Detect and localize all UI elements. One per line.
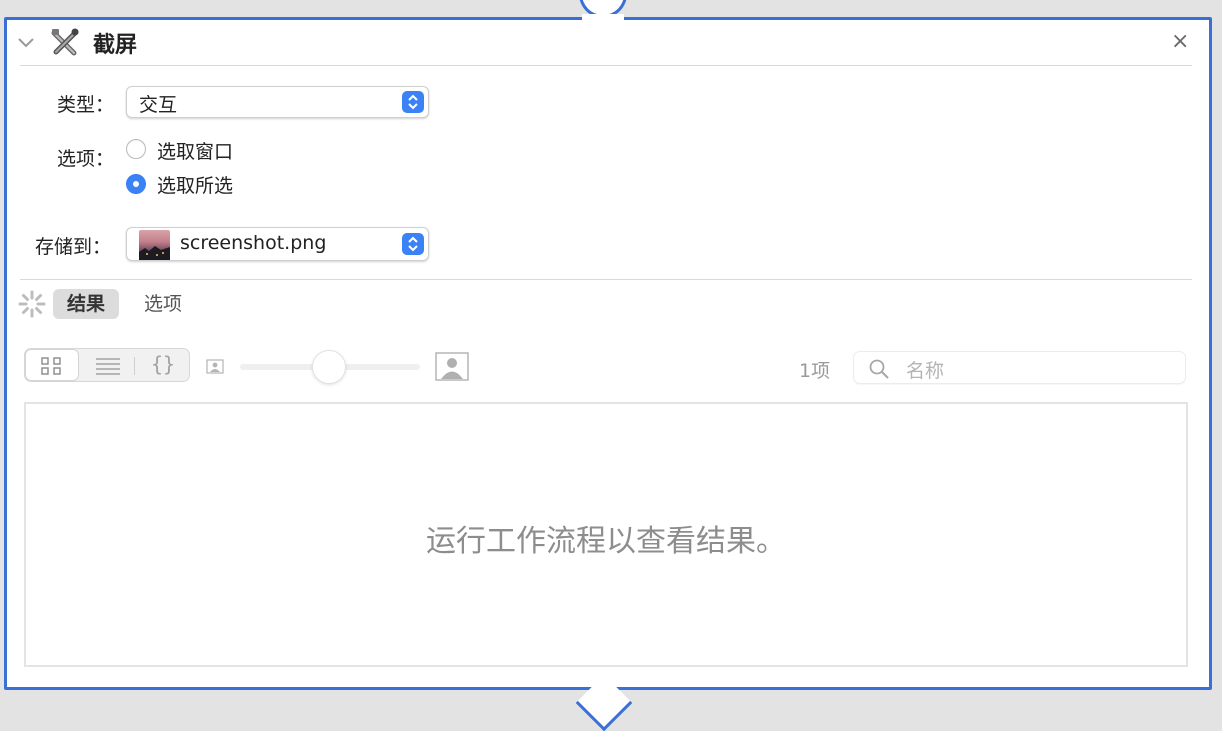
save-to-label: 存储到：: [35, 236, 112, 258]
search-placeholder: 名称: [906, 360, 945, 382]
progress-spinner-icon: [17, 289, 47, 323]
up-down-chevron-icon: [402, 91, 424, 113]
section-divider: [20, 279, 1192, 280]
type-label: 类型：: [57, 94, 115, 116]
collapse-chevron-icon[interactable]: [17, 34, 35, 53]
search-field[interactable]: 名称: [853, 351, 1186, 384]
search-icon: [868, 358, 890, 384]
save-to-value: screenshot.png: [180, 232, 327, 254]
thumbnail-size-slider-knob[interactable]: [312, 350, 346, 384]
small-thumbnail-icon: [206, 359, 224, 379]
item-count: 1项: [799, 360, 831, 382]
large-thumbnail-icon: [435, 352, 469, 386]
braces-icon: {}: [151, 352, 176, 376]
list-view-button[interactable]: [89, 349, 129, 381]
grid-view-button[interactable]: [25, 349, 79, 381]
results-area: 运行工作流程以查看结果。: [24, 402, 1188, 667]
tab-options[interactable]: 选项: [130, 289, 196, 319]
segment-divider: [134, 357, 135, 375]
option-select-selection-label[interactable]: 选取所选: [157, 171, 233, 198]
tab-results[interactable]: 结果: [53, 289, 120, 319]
grid-icon: [41, 357, 63, 379]
type-select[interactable]: 交互: [126, 86, 429, 118]
empty-results-message: 运行工作流程以查看结果。: [426, 524, 786, 559]
image-thumbnail-icon: [139, 230, 170, 260]
view-mode-segmented-control: {}: [24, 348, 190, 382]
save-to-select[interactable]: screenshot.png: [126, 227, 429, 261]
action-title: 截屏: [93, 33, 138, 58]
radio-select-window[interactable]: [126, 139, 146, 159]
close-icon[interactable]: ×: [1171, 29, 1189, 54]
header-divider: [20, 65, 1192, 66]
option-select-window-label[interactable]: 选取窗口: [157, 137, 233, 164]
list-icon: [95, 357, 121, 379]
up-down-chevron-icon: [402, 233, 424, 255]
type-select-value: 交互: [139, 94, 178, 116]
tools-icon: [50, 27, 80, 61]
code-view-button[interactable]: {}: [139, 349, 189, 381]
options-label: 选项：: [57, 148, 115, 170]
radio-select-selection[interactable]: [126, 174, 146, 194]
